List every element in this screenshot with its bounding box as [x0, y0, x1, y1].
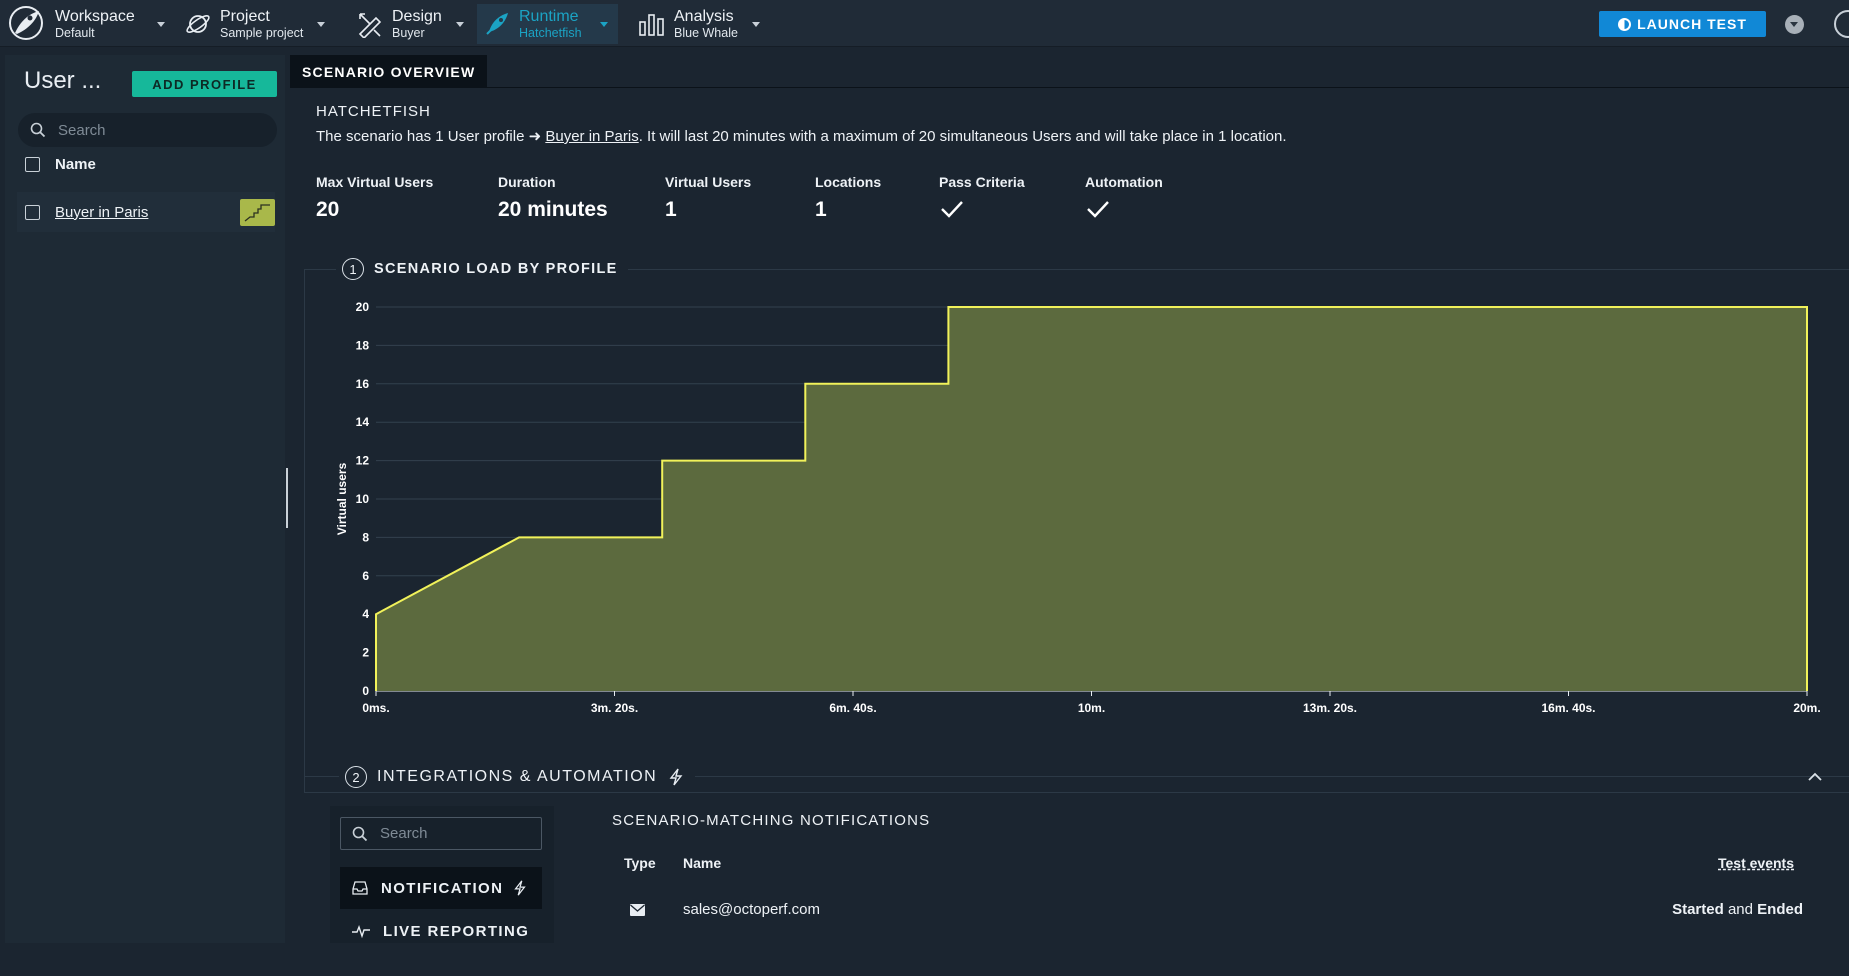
stat-virtual-users: Virtual Users 1: [665, 174, 751, 222]
rocket-icon: [486, 13, 508, 35]
nav-analysis-label: Analysis: [674, 7, 734, 25]
chevron-down-icon: [317, 21, 326, 27]
chevron-down-icon: [156, 21, 165, 27]
help-icon[interactable]: [1834, 10, 1849, 38]
launch-test-button[interactable]: LAUNCH TEST: [1599, 11, 1766, 37]
event-started: Started: [1672, 901, 1724, 918]
notification-name: sales@octoperf.com: [683, 901, 820, 918]
profile-name-link[interactable]: Buyer in Paris: [55, 204, 148, 221]
inbox-icon: [352, 881, 368, 895]
bolt-icon: [514, 880, 526, 896]
mail-icon: [630, 904, 645, 916]
nav-workspace[interactable]: Workspace Default: [20, 4, 165, 44]
section-number: 1: [342, 258, 364, 280]
stat-pass-criteria: Pass Criteria: [939, 174, 1025, 225]
section-title: INTEGRATIONS & AUTOMATION: [377, 768, 658, 785]
nav-analysis[interactable]: Analysis Blue Whale: [638, 4, 760, 44]
nav-workspace-label: Workspace: [55, 7, 135, 25]
chevron-down-icon: [751, 21, 760, 27]
chevron-down-icon: [455, 21, 464, 27]
search-icon: [30, 122, 46, 138]
stat-locations: Locations 1: [815, 174, 881, 222]
check-icon: [1087, 201, 1109, 218]
stat-value: 20 minutes: [498, 198, 608, 221]
desc-prefix: The scenario has 1 User profile ➜: [316, 128, 546, 145]
planet-ring-icon: [186, 15, 210, 33]
stat-max-virtual-users: Max Virtual Users 20: [316, 174, 433, 222]
stat-label: Duration: [498, 174, 556, 190]
bolt-icon: [669, 768, 683, 786]
desc-suffix: . It will last 20 minutes with a maximum…: [638, 128, 1287, 145]
stat-label: Automation: [1085, 174, 1163, 190]
integrations-header[interactable]: 2 INTEGRATIONS & AUTOMATION: [339, 764, 696, 790]
event-and: and: [1727, 901, 1753, 918]
menu-item-label: NOTIFICATION: [381, 879, 504, 897]
integrations-search-input[interactable]: [380, 825, 530, 842]
design-tools-icon: [358, 13, 382, 38]
nav-project-sub: Sample project: [220, 26, 304, 40]
stat-label: Max Virtual Users: [316, 174, 434, 190]
profile-list-header: Name: [25, 156, 96, 173]
event-ended: Ended: [1757, 901, 1803, 918]
integrations-search: [340, 817, 542, 850]
sidebar-title: User ...: [24, 67, 102, 94]
nav-project[interactable]: Project Sample project: [184, 4, 326, 44]
name-column-header: Name: [55, 156, 96, 173]
add-profile-button[interactable]: ADD PROFILE: [132, 71, 277, 97]
nav-project-label: Project: [220, 7, 270, 25]
contrast-icon: [1618, 17, 1632, 31]
profile-load-thumbnail: [240, 199, 275, 226]
sidebar-resize-handle[interactable]: [286, 468, 288, 528]
notifications-title: SCENARIO-MATCHING NOTIFICATIONS: [612, 812, 931, 829]
tab-scenario-overview[interactable]: SCENARIO OVERVIEW: [290, 55, 488, 88]
profile-search-input[interactable]: [58, 121, 258, 139]
stat-label: Virtual Users: [665, 174, 752, 190]
scenario-description: The scenario has 1 User profile ➜ Buyer …: [316, 127, 1287, 145]
section-title: SCENARIO LOAD BY PROFILE: [374, 261, 618, 277]
nav-workspace-sub: Default: [55, 26, 95, 40]
scenario-load-section: [304, 269, 1849, 793]
nav-design-sub: Buyer: [392, 26, 425, 40]
stat-value: 1: [815, 198, 827, 221]
integrations-menu: NOTIFICATION LIVE REPORTING: [330, 806, 554, 943]
search-icon: [352, 826, 368, 841]
scenario-load-header: 1 SCENARIO LOAD BY PROFILE: [336, 255, 628, 283]
profile-checkbox[interactable]: [25, 204, 40, 220]
notification-events: Started and Ended: [1665, 901, 1803, 918]
name-column-header: Name: [683, 855, 722, 871]
nav-analysis-sub: Blue Whale: [674, 26, 738, 40]
nav-runtime-label: Runtime: [519, 7, 579, 25]
test-events-column-header[interactable]: Test events: [1718, 855, 1794, 871]
user-profiles-sidebar: User ... ADD PROFILE Name Buyer in Paris: [5, 55, 285, 943]
top-navigation-bar: Workspace Default Project Sample project…: [0, 0, 1849, 47]
stat-automation: Automation: [1085, 174, 1163, 225]
stat-value: 1: [665, 198, 677, 221]
section-number: 2: [345, 766, 367, 788]
menu-item-notification[interactable]: NOTIFICATION: [340, 867, 542, 909]
select-all-checkbox[interactable]: [25, 157, 40, 172]
profile-search: [18, 113, 277, 147]
stat-value: 20: [316, 198, 340, 221]
pulse-icon: [352, 924, 370, 939]
chevron-up-icon[interactable]: [1806, 771, 1824, 783]
profile-row[interactable]: Buyer in Paris: [17, 192, 275, 232]
launch-test-label: LAUNCH TEST: [1637, 16, 1747, 32]
stat-label: Pass Criteria: [939, 174, 1025, 190]
tab-divider: [290, 87, 1849, 88]
menu-item-live-reporting[interactable]: LIVE REPORTING: [340, 910, 542, 952]
desc-profile-link[interactable]: Buyer in Paris: [545, 128, 638, 145]
check-icon: [941, 201, 963, 218]
type-column-header: Type: [624, 855, 656, 871]
stat-duration: Duration 20 minutes: [498, 174, 608, 222]
chevron-down-icon: [599, 21, 608, 27]
nav-design-label: Design: [392, 7, 442, 25]
scenario-name: HATCHETFISH: [316, 103, 431, 120]
nav-runtime-sub: Hatchetfish: [519, 26, 582, 40]
user-menu-dropdown[interactable]: [1785, 15, 1804, 34]
bar-chart-icon: [639, 14, 664, 36]
nav-runtime[interactable]: Runtime Hatchetfish: [477, 4, 618, 44]
menu-item-label: LIVE REPORTING: [383, 922, 530, 940]
stat-label: Locations: [815, 174, 882, 190]
nav-design[interactable]: Design Buyer: [356, 4, 464, 44]
